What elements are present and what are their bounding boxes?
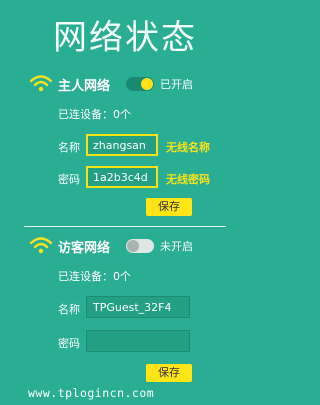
page-title: 网络状态 — [53, 18, 197, 58]
section-divider — [24, 226, 226, 227]
ssid-label: 名称 — [58, 303, 80, 316]
toggle-knob — [127, 240, 139, 252]
main-network-toggle-label: 已开启 — [160, 78, 193, 91]
main-network-devices: 已连设备：0个 — [58, 108, 131, 121]
guest-ssid-input[interactable]: TPGuest_32F4 — [86, 296, 190, 318]
ssid-annotation: 无线名称 — [166, 141, 210, 154]
main-network-title: 主人网络 — [58, 79, 111, 94]
main-network-toggle[interactable] — [126, 77, 154, 91]
guest-password-input[interactable] — [86, 330, 190, 352]
wifi-icon — [30, 75, 52, 92]
password-annotation: 无线密码 — [166, 173, 210, 186]
main-ssid-input[interactable]: zhangsan — [86, 134, 158, 156]
toggle-knob — [141, 78, 153, 90]
wifi-icon — [30, 237, 52, 254]
password-label: 密码 — [58, 173, 80, 186]
ssid-label: 名称 — [58, 141, 80, 154]
guest-network-toggle[interactable] — [126, 239, 154, 253]
watermark: www.tplogincn.com — [28, 386, 155, 400]
main-save-button[interactable]: 保存 — [146, 198, 192, 216]
guest-network-title: 访客网络 — [58, 241, 111, 256]
guest-network-toggle-label: 未开启 — [160, 240, 193, 253]
guest-save-button[interactable]: 保存 — [146, 364, 192, 382]
password-label: 密码 — [58, 337, 80, 350]
guest-network-devices: 已连设备：0个 — [58, 270, 131, 283]
main-password-input[interactable]: 1a2b3c4d — [86, 166, 158, 188]
